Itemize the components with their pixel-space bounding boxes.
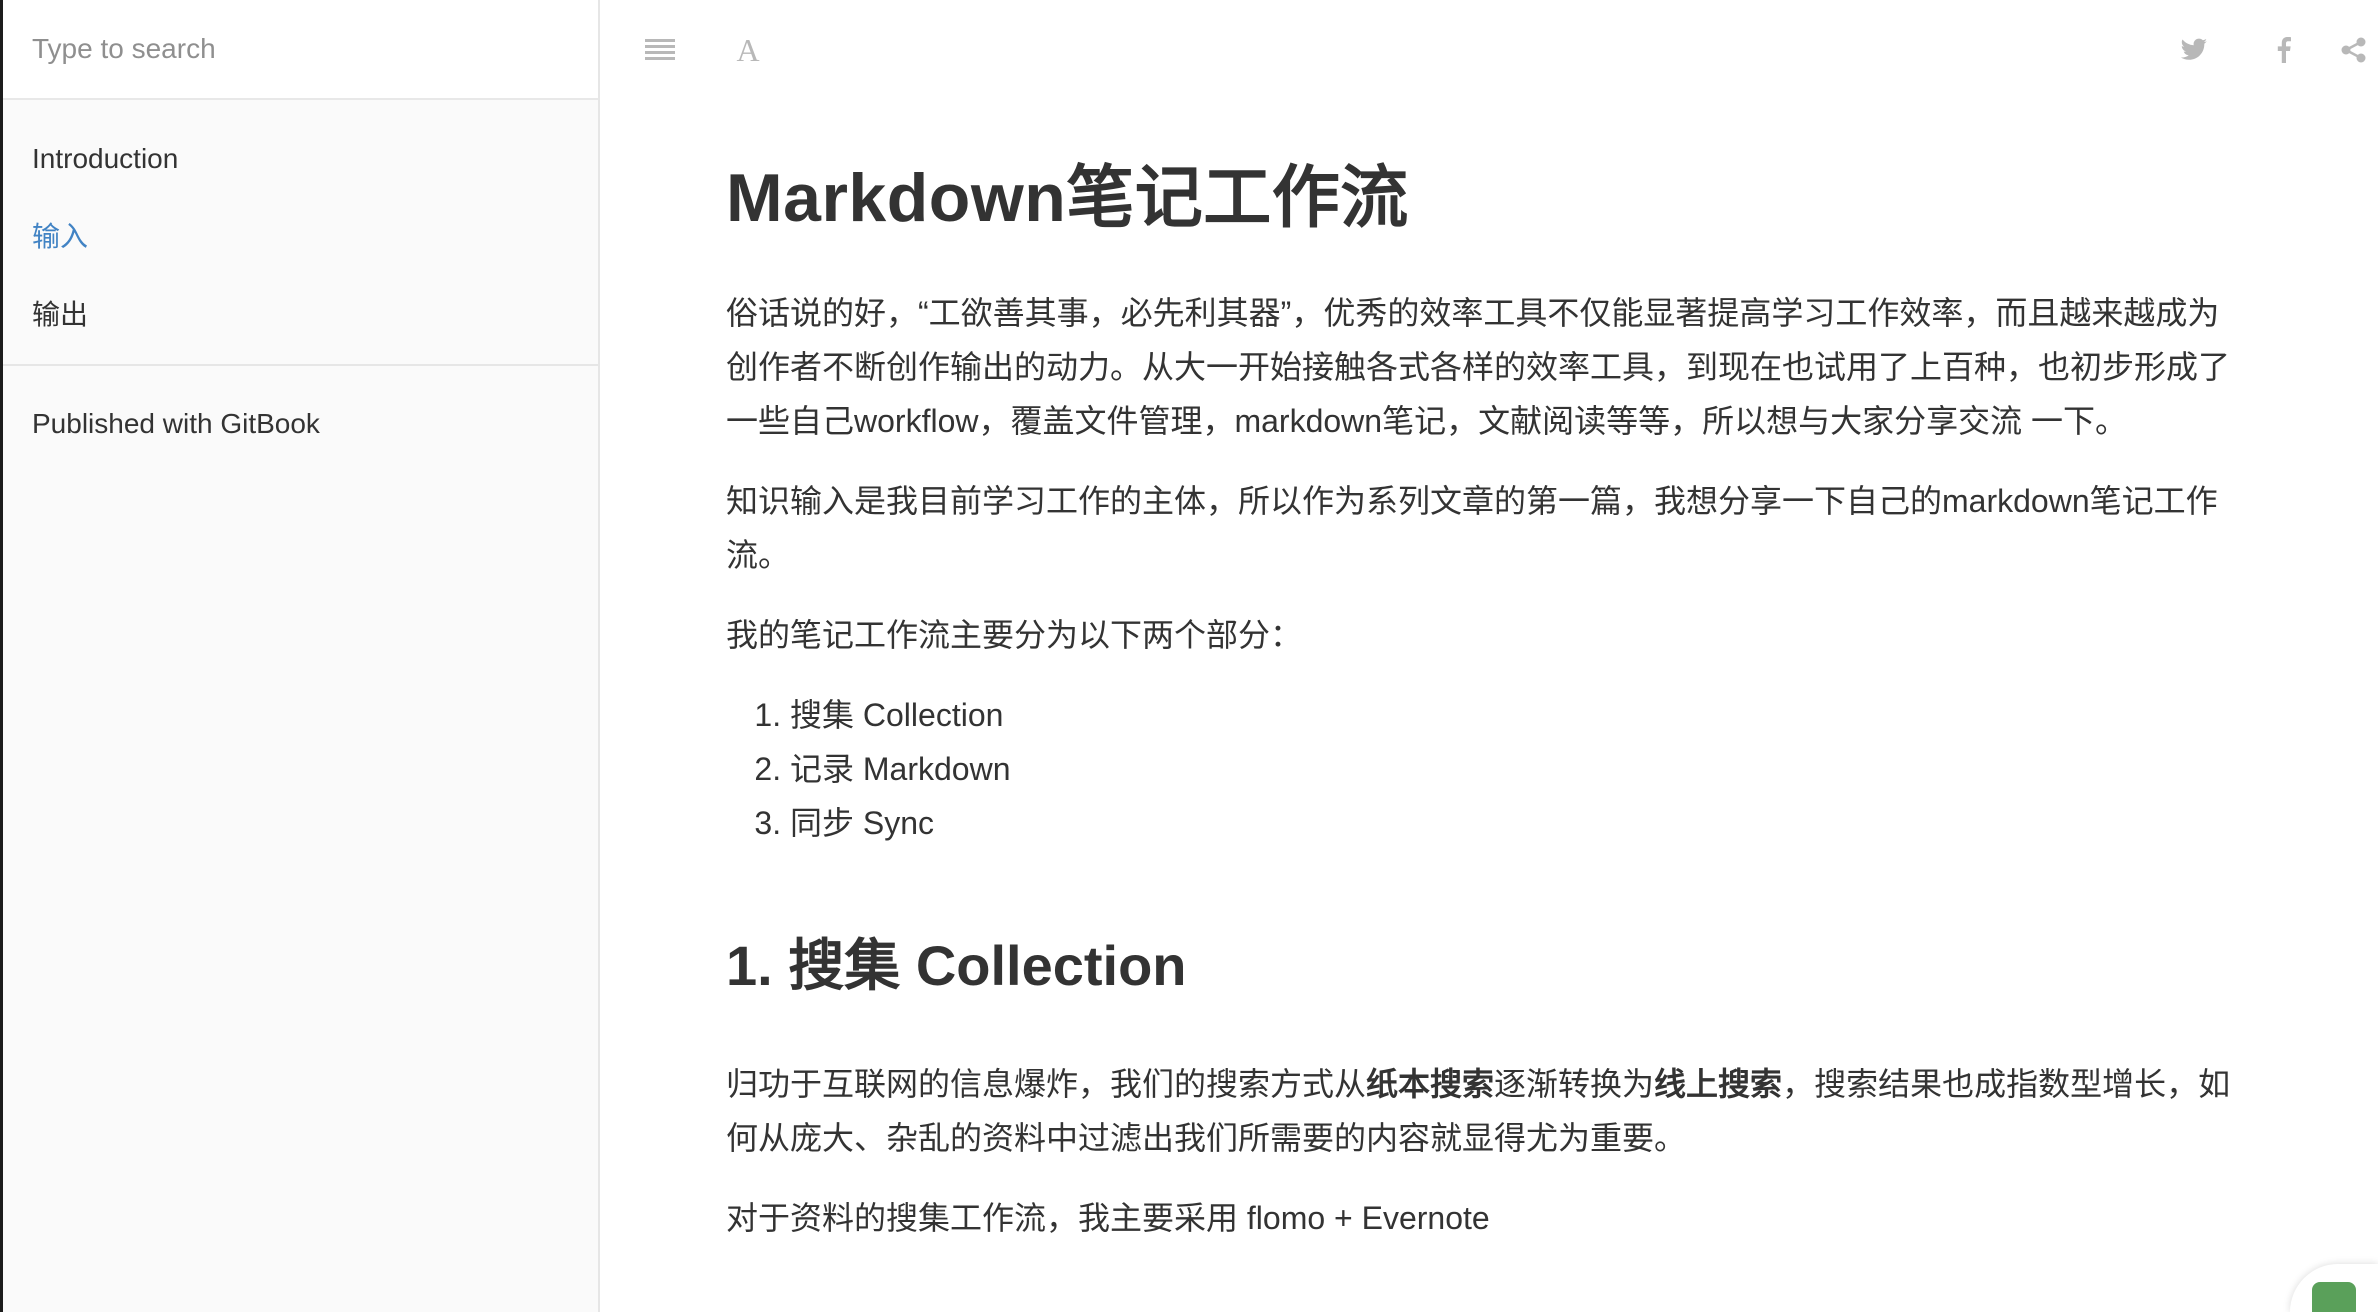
floating-widget-button[interactable] [2290, 1264, 2378, 1312]
list-icon [645, 39, 675, 60]
twitter-icon [2180, 38, 2207, 60]
sidebar-item-input[interactable]: 输入 [3, 198, 598, 276]
book-header: A [600, 0, 2378, 100]
search-bar [3, 0, 598, 100]
collection-text-c: 逐渐转换为 [1494, 1065, 1655, 1102]
toggle-sidebar-button[interactable] [636, 26, 684, 74]
font-settings-icon: A [736, 31, 760, 68]
published-with-gitbook-link[interactable]: Published with GitBook [3, 394, 598, 454]
input-paragraph: 知识输入是我目前学习工作的主体，所以作为系列文章的第一篇，我想分享一下自己的ma… [726, 482, 2218, 573]
workflow-parts-paragraph: 我的笔记工作流主要分为以下两个部分： [726, 616, 1303, 653]
sidebar-divider [3, 364, 598, 366]
twitter-share-button[interactable] [2170, 26, 2218, 74]
bold-online-search: 线上搜索 [1654, 1065, 1783, 1102]
list-item: 记录 Markdown [790, 742, 2250, 796]
sidebar-nav: Introduction 输入 输出 Published with GitBoo… [3, 100, 598, 454]
collection-text-a: 归功于互联网的信息爆炸，我们的搜索方式从 [726, 1065, 1367, 1102]
list-item: 搜集 Collection [790, 688, 2250, 742]
workflow-list: 搜集 Collection 记录 Markdown 同步 Sync [726, 688, 2250, 850]
facebook-share-button[interactable] [2260, 26, 2308, 74]
share-button[interactable] [2330, 26, 2378, 74]
search-input[interactable] [30, 32, 574, 66]
font-settings-button[interactable]: A [724, 26, 772, 74]
facebook-icon [2277, 37, 2291, 63]
collection-tools-paragraph: 对于资料的搜集工作流，我主要采用 flomo + Evernote [726, 1199, 1490, 1236]
sidebar-list: Introduction 输入 输出 [3, 100, 598, 354]
bold-paper-search: 纸本搜索 [1366, 1065, 1495, 1102]
leaf-icon [2312, 1282, 2356, 1312]
sidebar-item-introduction[interactable]: Introduction [3, 120, 598, 198]
intro-paragraph: 俗话说的好，“工欲善其事，必先利其器”，优秀的效率工具不仅能显著提高学习工作效率… [726, 294, 2231, 439]
section-heading-collection: 1. 搜集 Collection [726, 933, 1187, 997]
sidebar-item-output[interactable]: 输出 [3, 276, 598, 354]
page-title: Markdown笔记工作流 [726, 160, 1409, 236]
share-icon [2341, 37, 2366, 63]
gitbook-app: Introduction 输入 输出 Published with GitBoo… [0, 0, 2378, 1312]
collection-paragraph: 归功于互联网的信息爆炸，我们的搜索方式从纸本搜索逐渐转换为线上搜索，搜索结果也成… [726, 1057, 2250, 1165]
article-content: Markdown笔记工作流 俗话说的好，“工欲善其事，必先利其器”，优秀的效率工… [726, 100, 2250, 1245]
sidebar: Introduction 输入 输出 Published with GitBoo… [0, 0, 600, 1312]
list-item: 同步 Sync [790, 796, 2250, 850]
